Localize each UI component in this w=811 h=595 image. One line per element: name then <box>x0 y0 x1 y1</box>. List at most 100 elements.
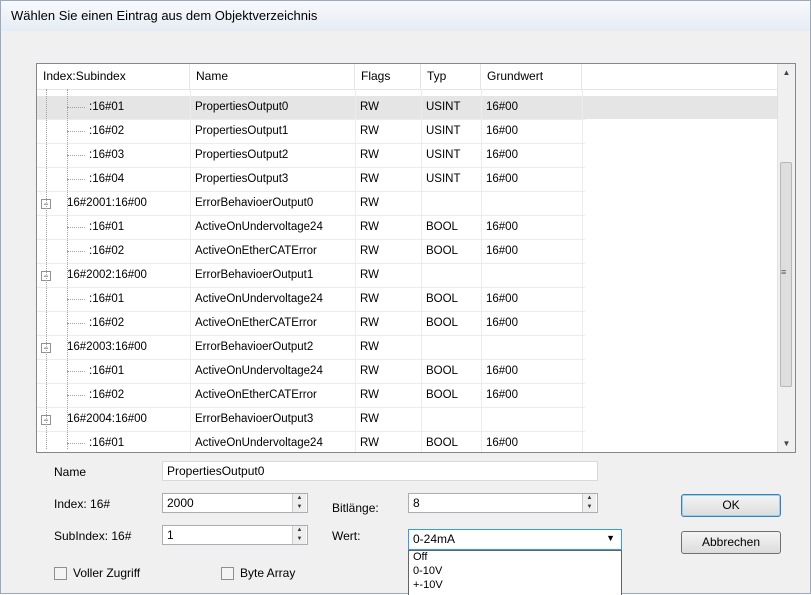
chevron-down-icon[interactable]: ▼ <box>606 533 615 543</box>
wert-option[interactable]: 0-10V <box>413 565 442 577</box>
table-row[interactable]: :16#01 ActiveOnUndervoltage24 RW BOOL 16#00 <box>37 360 779 383</box>
table-row[interactable]: :16#01 ActiveOnUndervoltage24 RW BOOL 16#00 <box>37 432 779 452</box>
cell-grundwert: 16#00 <box>486 293 518 305</box>
spin-down-icon[interactable]: ▼ <box>293 503 306 512</box>
table-row[interactable]: :16#01 ActiveOnUndervoltage24 RW BOOL 16#00 <box>37 216 779 239</box>
cell-index: :16#01 <box>89 437 125 449</box>
vertical-scrollbar[interactable]: ▲ ≡ ▼ <box>777 64 795 452</box>
column-gridline <box>481 89 482 452</box>
table-row[interactable]: :16#02 ActiveOnEtherCATError RW BOOL 16#00 <box>37 240 779 263</box>
cell-index: 16#2003:16#00 <box>67 341 147 353</box>
column-header-grundwert[interactable]: Grundwert <box>481 64 582 89</box>
tree-connector <box>67 155 85 156</box>
cell-flags: RW <box>360 293 379 305</box>
cell-name: PropertiesOutput2 <box>195 149 289 161</box>
cell-grundwert: 16#00 <box>486 245 518 257</box>
object-directory-list[interactable]: Index:Subindex Name Flags Typ Grundwert … <box>36 63 796 453</box>
cell-typ: BOOL <box>426 293 458 305</box>
scroll-up-arrow-icon[interactable]: ▲ <box>778 64 795 81</box>
cell-name: ErrorBehavioerOutput0 <box>195 197 314 209</box>
table-row[interactable]: 16#2002:16#00 ErrorBehavioerOutput1 RW − <box>37 264 779 287</box>
tree-connector <box>67 251 85 252</box>
cell-name: ActiveOnEtherCATError <box>195 317 317 329</box>
cell-flags: RW <box>360 341 379 353</box>
dialog-title: Wählen Sie einen Eintrag aus dem Objektv… <box>11 8 318 23</box>
voller-zugriff-checkbox[interactable] <box>54 567 67 580</box>
cell-grundwert: 16#00 <box>486 173 518 185</box>
cell-index: :16#01 <box>89 101 125 113</box>
cell-typ: BOOL <box>426 221 458 233</box>
cell-flags: RW <box>360 149 379 161</box>
cell-index: 16#2001:16#00 <box>67 197 147 209</box>
wert-combobox[interactable]: 0-24mA ▼ <box>408 529 622 550</box>
column-gridline <box>190 89 191 452</box>
table-row[interactable]: :16#02 ActiveOnEtherCATError RW BOOL 16#00 <box>37 312 779 335</box>
table-row[interactable]: :16#02 PropertiesOutput1 RW USINT 16#00 <box>37 120 779 143</box>
cell-grundwert: 16#00 <box>486 101 518 113</box>
voller-zugriff-label: Voller Zugriff <box>73 566 141 580</box>
cell-grundwert: 16#00 <box>486 437 518 449</box>
cell-name: PropertiesOutput0 <box>195 101 289 113</box>
wert-option[interactable]: Off <box>413 551 427 563</box>
cell-typ: USINT <box>426 173 461 185</box>
column-header-index[interactable]: Index:Subindex <box>37 64 190 89</box>
wert-label: Wert: <box>332 529 361 543</box>
column-header-filler <box>582 64 779 89</box>
cell-name: ErrorBehavioerOutput1 <box>195 269 314 281</box>
column-header-typ[interactable]: Typ <box>421 64 481 89</box>
scroll-down-arrow-icon[interactable]: ▼ <box>778 435 795 452</box>
abbrechen-button[interactable]: Abbrechen <box>681 531 781 554</box>
cell-flags: RW <box>360 197 379 209</box>
cell-flags: RW <box>360 389 379 401</box>
cell-flags: RW <box>360 221 379 233</box>
table-row[interactable]: :16#02 ActiveOnEtherCATError RW BOOL 16#00 <box>37 384 779 407</box>
cell-typ: BOOL <box>426 389 458 401</box>
cell-grundwert: 16#00 <box>486 365 518 377</box>
table-row[interactable]: :16#04 PropertiesOutput3 RW USINT 16#00 <box>37 168 779 191</box>
name-field[interactable]: PropertiesOutput0 <box>162 461 598 481</box>
column-header-name[interactable]: Name <box>190 64 355 89</box>
ok-button[interactable]: OK <box>681 494 781 517</box>
cell-grundwert: 16#00 <box>486 149 518 161</box>
spin-up-icon[interactable]: ▲ <box>293 494 306 503</box>
table-row[interactable]: 16#2001:16#00 ErrorBehavioerOutput0 RW − <box>37 192 779 215</box>
table-row[interactable]: :16#01 ActiveOnUndervoltage24 RW BOOL 16#00 <box>37 288 779 311</box>
spin-up-icon[interactable]: ▲ <box>583 494 596 503</box>
table-row[interactable]: :16#01 PropertiesOutput0 RW USINT 16#00 <box>37 96 779 119</box>
cell-name: ActiveOnUndervoltage24 <box>195 437 323 449</box>
subindex-label: SubIndex: 16# <box>54 529 132 543</box>
byte-array-checkbox[interactable] <box>221 567 234 580</box>
cell-index: :16#04 <box>89 173 125 185</box>
tree-line <box>67 89 68 449</box>
wert-option[interactable]: +-10V <box>413 579 443 591</box>
cell-typ: BOOL <box>426 317 458 329</box>
spin-down-icon[interactable]: ▼ <box>293 535 306 544</box>
cell-name: ErrorBehavioerOutput3 <box>195 413 314 425</box>
cell-typ: BOOL <box>426 365 458 377</box>
cell-flags: RW <box>360 173 379 185</box>
wert-selected-value: 0-24mA <box>413 532 456 546</box>
cell-typ: BOOL <box>426 437 458 449</box>
cell-typ: USINT <box>426 149 461 161</box>
tree-connector <box>67 371 85 372</box>
tree-connector <box>67 179 85 180</box>
cell-typ: USINT <box>426 101 461 113</box>
bitlaenge-field[interactable]: 8 ▲ ▼ <box>408 493 598 513</box>
index-field[interactable]: 2000 ▲ ▼ <box>162 493 308 513</box>
table-row[interactable]: 16#2004:16#00 ErrorBehavioerOutput3 RW − <box>37 408 779 431</box>
cell-name: ActiveOnUndervoltage24 <box>195 221 323 233</box>
wert-dropdown-list[interactable]: Off 0-10V +-10V <box>408 550 622 595</box>
table-row[interactable]: 16#2003:16#00 ErrorBehavioerOutput2 RW − <box>37 336 779 359</box>
cell-flags: RW <box>360 437 379 449</box>
spin-up-icon[interactable]: ▲ <box>293 526 306 535</box>
subindex-spinner[interactable]: ▲ ▼ <box>292 526 306 544</box>
cell-index: :16#02 <box>89 317 125 329</box>
table-row[interactable]: :16#03 PropertiesOutput2 RW USINT 16#00 <box>37 144 779 167</box>
bitlaenge-spinner[interactable]: ▲ ▼ <box>582 494 596 512</box>
subindex-field[interactable]: 1 ▲ ▼ <box>162 525 308 545</box>
index-spinner[interactable]: ▲ ▼ <box>292 494 306 512</box>
cell-typ: USINT <box>426 125 461 137</box>
cell-flags: RW <box>360 317 379 329</box>
column-header-flags[interactable]: Flags <box>355 64 421 89</box>
spin-down-icon[interactable]: ▼ <box>583 503 596 512</box>
